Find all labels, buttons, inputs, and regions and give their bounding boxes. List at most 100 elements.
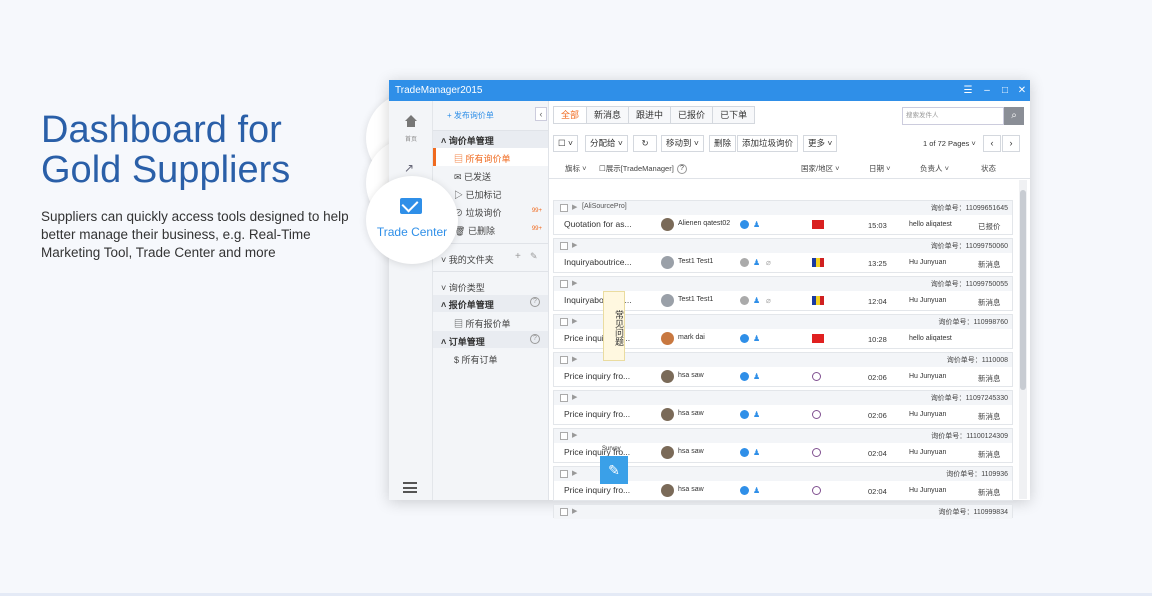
edit-folder-icon[interactable]: ✎	[530, 251, 538, 262]
next-page-button[interactable]: ›	[1002, 135, 1020, 152]
inquiry-type-section[interactable]: ˅ 询价类型	[441, 281, 485, 294]
help-icon[interactable]: ?	[530, 334, 540, 344]
row-status: 新消息	[978, 488, 1001, 497]
row-checkbox[interactable]	[560, 318, 568, 326]
search-icon[interactable]: ⌕	[1004, 107, 1024, 125]
close-icon[interactable]: ✕	[1014, 80, 1030, 101]
row-status: 新消息	[978, 260, 1001, 269]
contact-icon[interactable]: ♟	[753, 372, 760, 381]
trade-center-bubble[interactable]: Trade Center	[366, 176, 458, 264]
add-spam-button[interactable]: 添加垃圾询价	[737, 135, 799, 152]
scrollbar-thumb[interactable]	[1020, 190, 1026, 390]
row-checkbox[interactable]	[560, 242, 568, 250]
sidebar-item-spam[interactable]: ⊘ 垃圾询价	[454, 206, 502, 219]
row-checkbox[interactable]	[560, 394, 568, 402]
sidebar-item-all-inquiries[interactable]: ▤ 所有询价单	[454, 152, 511, 165]
contact-icon[interactable]: ♟	[753, 296, 760, 305]
tab-new[interactable]: 新消息	[587, 107, 630, 123]
chart-icon[interactable]: ↗	[404, 161, 414, 175]
pager-label[interactable]: 1 of 72 Pages ˅	[923, 139, 976, 148]
help-icon[interactable]: ?	[530, 297, 540, 307]
tab-all[interactable]: 全部	[554, 107, 588, 123]
contact-icon[interactable]: ♟	[753, 448, 760, 457]
left-rail: 首页 ↗	[389, 101, 433, 500]
assign-dropdown[interactable]: 分配给 ˅	[585, 135, 628, 152]
faq-widget[interactable]: 常见问题	[603, 291, 625, 361]
row-checkbox[interactable]	[560, 508, 568, 516]
tab-ordered[interactable]: 已下单	[713, 107, 755, 123]
order-management-section[interactable]: ˄ 订单管理	[441, 335, 485, 348]
new-inquiry-link[interactable]: + 发布询价单	[447, 110, 494, 121]
row-checkbox[interactable]	[560, 470, 568, 478]
more-dropdown[interactable]: 更多 ˅	[803, 135, 838, 152]
sidebar-item-flagged[interactable]: ▷ 已加标记	[454, 188, 502, 201]
minimize-icon[interactable]: –	[979, 80, 995, 101]
table-row[interactable]: ▶ [AliSourcePro] 询价单号：11099651645 Quotation…	[553, 200, 1013, 235]
contact-icon[interactable]: ♟	[753, 410, 760, 419]
buyer-name: hsa saw	[678, 410, 704, 417]
expand-icon[interactable]: ▶	[572, 279, 577, 287]
menu-icon[interactable]: ☰	[960, 80, 976, 101]
survey-label: Survey	[602, 446, 621, 452]
expand-icon[interactable]: ▶	[572, 507, 577, 515]
row-checkbox[interactable]	[560, 204, 568, 212]
expand-icon[interactable]: ▶	[572, 203, 577, 211]
search-input[interactable]: 搜索发件人	[902, 107, 1004, 125]
contact-icon[interactable]: ♟	[753, 258, 760, 267]
table-row[interactable]: ▶ 询价单号：11099750060 Inquiryaboutrice... Test…	[553, 238, 1013, 273]
inquiry-number: 询价单号：11099750060	[930, 243, 1008, 250]
tab-following[interactable]: 跟进中	[629, 107, 672, 123]
refresh-button[interactable]: ↻	[633, 135, 657, 152]
col-status: 状态	[981, 164, 996, 173]
quote-management-section[interactable]: ˄ 报价单管理	[441, 298, 494, 311]
online-status-icon	[740, 220, 749, 229]
row-checkbox[interactable]	[560, 356, 568, 364]
contact-icon[interactable]: ♟	[753, 220, 760, 229]
col-flag[interactable]: 旗标 ˅	[565, 161, 586, 177]
delete-button[interactable]: 删除	[709, 135, 737, 152]
sidebar-item-deleted[interactable]: 🗑 已删除	[454, 224, 495, 237]
row-subject[interactable]: Inquiryaboutrice...	[564, 257, 632, 267]
col-owner[interactable]: 负责人 ˅	[920, 161, 949, 177]
row-subject[interactable]: Price inquiry fro...	[564, 409, 630, 419]
online-status-icon	[740, 296, 749, 305]
expand-icon[interactable]: ▶	[572, 431, 577, 439]
my-folders-section[interactable]: ˅ 我的文件夹	[441, 253, 494, 266]
sidebar-item-sent[interactable]: ✉ 已发送	[454, 170, 491, 183]
row-subject[interactable]: Quotation for as...	[564, 219, 632, 229]
help-icon[interactable]: ?	[677, 164, 687, 174]
hamburger-icon[interactable]	[403, 482, 417, 493]
tab-quoted[interactable]: 已报价	[671, 107, 714, 123]
home-icon[interactable]	[404, 114, 418, 128]
col-date[interactable]: 日期 ˅	[869, 161, 890, 177]
expand-icon[interactable]: ▶	[572, 469, 577, 477]
expand-icon[interactable]: ▶	[572, 393, 577, 401]
inquiry-management-section[interactable]: ˄ 询价单管理	[441, 134, 494, 147]
avatar	[661, 408, 674, 421]
row-checkbox[interactable]	[560, 280, 568, 288]
table-row[interactable]: ▶ 询价单号：11097245330 Price inquiry fro... hsa…	[553, 390, 1013, 425]
col-show-trademanager[interactable]: ☐展示[TradeManager]	[599, 161, 674, 177]
avatar	[661, 332, 674, 345]
row-subject[interactable]: Price inquiry fro...	[564, 485, 630, 495]
contact-icon[interactable]: ♟	[753, 486, 760, 495]
row-checkbox[interactable]	[560, 432, 568, 440]
survey-button[interactable]: ✎	[600, 456, 628, 484]
maximize-icon[interactable]: □	[997, 80, 1013, 101]
country-flag-icon	[812, 258, 824, 267]
row-subject[interactable]: Price inquiry fro...	[564, 371, 630, 381]
sidebar-item-all-quotes[interactable]: ▤ 所有报价单	[454, 317, 511, 330]
add-folder-icon[interactable]: +	[515, 251, 521, 262]
table-row[interactable]: ▶ 询价单号：110999834	[553, 504, 1013, 519]
move-dropdown[interactable]: 移动到 ˅	[661, 135, 704, 152]
expand-icon[interactable]: ▶	[572, 317, 577, 325]
collapse-sidebar-button[interactable]: ‹	[535, 107, 547, 121]
expand-icon[interactable]: ▶	[572, 241, 577, 249]
select-dropdown[interactable]: ☐ ˅	[553, 135, 578, 152]
expand-icon[interactable]: ▶	[572, 355, 577, 363]
col-country[interactable]: 国家/地区 ˅	[801, 161, 840, 177]
prev-page-button[interactable]: ‹	[983, 135, 1001, 152]
contact-icon[interactable]: ♟	[753, 334, 760, 343]
row-status: 已报价	[978, 222, 1001, 231]
sidebar-item-all-orders[interactable]: $ 所有订单	[454, 353, 498, 366]
